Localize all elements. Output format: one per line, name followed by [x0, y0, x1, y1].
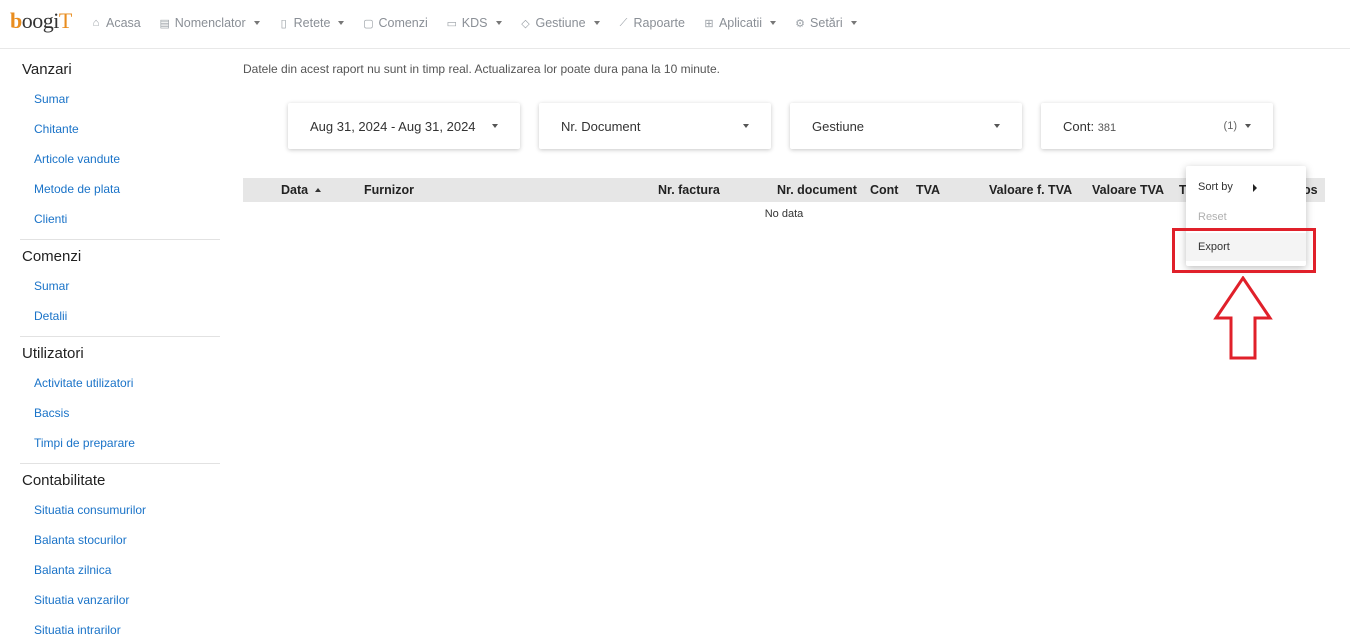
nav-label: Rapoarte [633, 16, 685, 30]
sidebar-item-articole-vandute[interactable]: Articole vandute [34, 152, 120, 166]
nav-item-kds[interactable]: ▭ KDS [446, 16, 502, 30]
sidebar-item-sumar[interactable]: Sumar [34, 92, 69, 106]
sidebar-item-situatia-vanzarilor[interactable]: Situatia vanzarilor [34, 593, 129, 607]
sidebar-item-detalii[interactable]: Detalii [34, 309, 67, 323]
divider [20, 463, 220, 464]
section-title-contabilitate: Contabilitate [22, 472, 106, 489]
caret-down-icon [492, 124, 498, 128]
nav-label: Retete [293, 16, 331, 30]
table-header: Data Furnizor Nr. factura Nr. document C… [243, 178, 1325, 202]
monitor-icon: ▭ [446, 17, 457, 30]
column-header-valoare-tva[interactable]: Valoare TVA [1092, 183, 1164, 197]
nav-item-aplicatii[interactable]: ⊞ Aplicatii [703, 16, 777, 30]
cont-label: Cont: [1063, 118, 1095, 134]
caret-down-icon [338, 21, 345, 25]
nav-label: Aplicatii [718, 16, 763, 30]
column-header-nr-document[interactable]: Nr. document [777, 183, 857, 197]
up-arrow-annotation [1213, 276, 1273, 360]
caret-down-icon [770, 21, 777, 25]
caret-down-icon [253, 21, 260, 25]
caret-down-icon [743, 124, 749, 128]
main-nav: ⌂ Acasa ▤ Nomenclator ▯ Retete ▢ Comenzi… [90, 16, 857, 30]
caret-down-icon [994, 124, 1000, 128]
sidebar-item-balanta-stocurilor[interactable]: Balanta stocurilor [34, 533, 127, 547]
nav-label: Nomenclator [174, 16, 246, 30]
cont-selected-count: (1) [1223, 120, 1237, 132]
menu-item-reset[interactable]: Reset [1198, 211, 1227, 223]
empty-table-message: No data [764, 208, 804, 220]
column-header-furnizor[interactable]: Furnizor [364, 183, 414, 197]
nav-label: Acasa [106, 16, 141, 30]
nav-label: Gestiune [535, 16, 586, 30]
sidebar-item-situatia-consumurilor[interactable]: Situatia consumurilor [34, 503, 146, 517]
document-filter-label: Nr. Document [561, 118, 641, 134]
column-header-data[interactable]: Data [281, 183, 322, 197]
submenu-arrow-icon [1253, 184, 1257, 192]
caret-down-icon [593, 21, 600, 25]
grid-icon: ⊞ [704, 17, 714, 30]
column-header-tva[interactable]: TVA [916, 183, 940, 197]
sidebar-item-comenzi-sumar[interactable]: Sumar [34, 279, 69, 293]
nav-label: KDS [461, 16, 488, 30]
nav-item-retete[interactable]: ▯ Retete [278, 16, 345, 30]
column-header-valoare-f-tva[interactable]: Valoare f. TVA [989, 183, 1072, 197]
gestiune-filter[interactable]: Gestiune [790, 103, 1022, 149]
sidebar-item-balanta-zilnica[interactable]: Balanta zilnica [34, 563, 111, 577]
section-title-comenzi: Comenzi [22, 248, 82, 265]
nav-item-nomenclator[interactable]: ▤ Nomenclator [159, 16, 260, 30]
sidebar-item-timpi-de-preparare[interactable]: Timpi de preparare [34, 436, 135, 450]
menu-item-sort-by[interactable]: Sort by [1198, 181, 1233, 193]
sidebar-item-metode-de-plata[interactable]: Metode de plata [34, 182, 120, 196]
realtime-notice: Datele din acest raport nu sunt in timp … [243, 62, 720, 76]
nav-item-acasa[interactable]: ⌂ Acasa [90, 16, 141, 30]
boogit-logo[interactable]: boogiT [10, 8, 72, 34]
home-icon: ⌂ [92, 17, 100, 29]
sidebar: Vanzari Sumar Chitante Articole vandute … [0, 50, 222, 637]
sidebar-item-situatia-intrarilor[interactable]: Situatia intrarilor [34, 623, 121, 637]
column-label: Data [281, 183, 309, 197]
date-range-value: Aug 31, 2024 - Aug 31, 2024 [310, 118, 476, 134]
nav-item-gestiune[interactable]: ◇ Gestiune [520, 16, 600, 30]
sidebar-item-bacsis[interactable]: Bacsis [34, 406, 69, 420]
column-header-cont[interactable]: Cont [870, 183, 898, 197]
caret-down-icon [495, 21, 502, 25]
sidebar-item-activitate-utilizatori[interactable]: Activitate utilizatori [34, 376, 133, 390]
sort-ascending-icon [315, 187, 322, 192]
cont-filter-label: Cont: 381 [1063, 119, 1224, 134]
caret-down-icon [850, 21, 857, 25]
nav-label: Comenzi [378, 16, 428, 30]
export-highlight-box [1172, 228, 1316, 273]
section-title-utilizatori: Utilizatori [22, 345, 84, 362]
document-filter[interactable]: Nr. Document [539, 103, 771, 149]
column-header-nr-factura[interactable]: Nr. factura [658, 183, 720, 197]
bag-icon: ▢ [363, 17, 374, 30]
recipe-icon: ▯ [280, 17, 287, 30]
nav-item-rapoarte[interactable]: ⟋ Rapoarte [618, 16, 685, 30]
divider [20, 336, 220, 337]
sidebar-item-clienti[interactable]: Clienti [34, 212, 67, 226]
document-list-icon: ▤ [159, 17, 170, 30]
sidebar-item-chitante[interactable]: Chitante [34, 122, 79, 136]
gestiune-filter-label: Gestiune [812, 118, 865, 134]
top-navbar: boogiT ⌂ Acasa ▤ Nomenclator ▯ Retete ▢ … [0, 0, 1350, 49]
box-icon: ◇ [521, 17, 530, 30]
nav-label: Setări [810, 16, 843, 30]
gear-icon: ⚙ [795, 17, 805, 30]
chart-icon: ⟋ [619, 16, 628, 29]
cont-filter[interactable]: Cont: 381 (1) [1041, 103, 1273, 149]
nav-item-comenzi[interactable]: ▢ Comenzi [362, 16, 428, 30]
section-title-vanzari: Vanzari [22, 61, 72, 78]
date-range-filter[interactable]: Aug 31, 2024 - Aug 31, 2024 [288, 103, 520, 149]
divider [20, 239, 220, 240]
cont-value: 381 [1097, 121, 1117, 134]
nav-item-setari[interactable]: ⚙ Setări [794, 16, 857, 30]
caret-down-icon [1245, 124, 1251, 128]
